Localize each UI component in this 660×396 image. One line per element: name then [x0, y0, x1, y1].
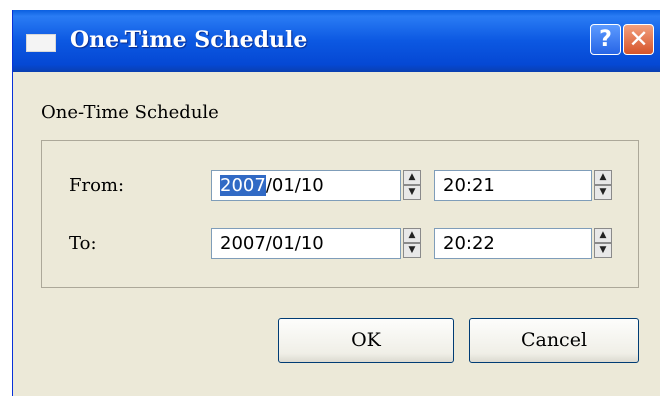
one-time-schedule-dialog: One-Time Schedule ? ✕ One-Time Schedule …	[12, 10, 660, 396]
spin-up-icon[interactable]: ▲	[403, 228, 421, 243]
spin-up-icon[interactable]: ▲	[594, 170, 612, 185]
help-icon: ?	[599, 27, 612, 52]
from-date-rest: /01/10	[265, 175, 324, 196]
spin-down-icon[interactable]: ▼	[594, 243, 612, 258]
from-date-field[interactable]: 2007/01/10	[211, 170, 401, 201]
schedule-group-box	[41, 140, 639, 288]
to-date-spin-icon[interactable]: ▲ ▼	[403, 228, 421, 258]
spin-down-icon[interactable]: ▼	[594, 185, 612, 200]
close-icon: ✕	[628, 25, 649, 53]
spin-down-icon[interactable]: ▼	[403, 185, 421, 200]
help-button[interactable]: ?	[590, 24, 621, 55]
from-date-year-selected: 2007	[220, 175, 266, 196]
to-label: To:	[69, 233, 97, 254]
from-time-field[interactable]: 20:21	[434, 170, 592, 201]
to-date-field[interactable]: 2007/01/10	[211, 228, 401, 259]
from-label: From:	[69, 175, 125, 196]
to-time-field[interactable]: 20:22	[434, 228, 592, 259]
window-title: One-Time Schedule	[70, 27, 308, 53]
from-date-spin-icon[interactable]: ▲ ▼	[403, 170, 421, 200]
cancel-button[interactable]: Cancel	[469, 318, 639, 363]
ok-button[interactable]: OK	[278, 318, 454, 363]
spin-down-icon[interactable]: ▼	[403, 243, 421, 258]
window-icon	[26, 34, 56, 52]
spin-up-icon[interactable]: ▲	[403, 170, 421, 185]
spin-up-icon[interactable]: ▲	[594, 228, 612, 243]
to-time-spin-icon[interactable]: ▲ ▼	[594, 228, 612, 258]
title-bar[interactable]: One-Time Schedule ? ✕	[13, 10, 660, 72]
section-label: One-Time Schedule	[41, 102, 219, 123]
from-time-spin-icon[interactable]: ▲ ▼	[594, 170, 612, 200]
background-edge	[0, 0, 12, 396]
close-button[interactable]: ✕	[623, 24, 654, 55]
